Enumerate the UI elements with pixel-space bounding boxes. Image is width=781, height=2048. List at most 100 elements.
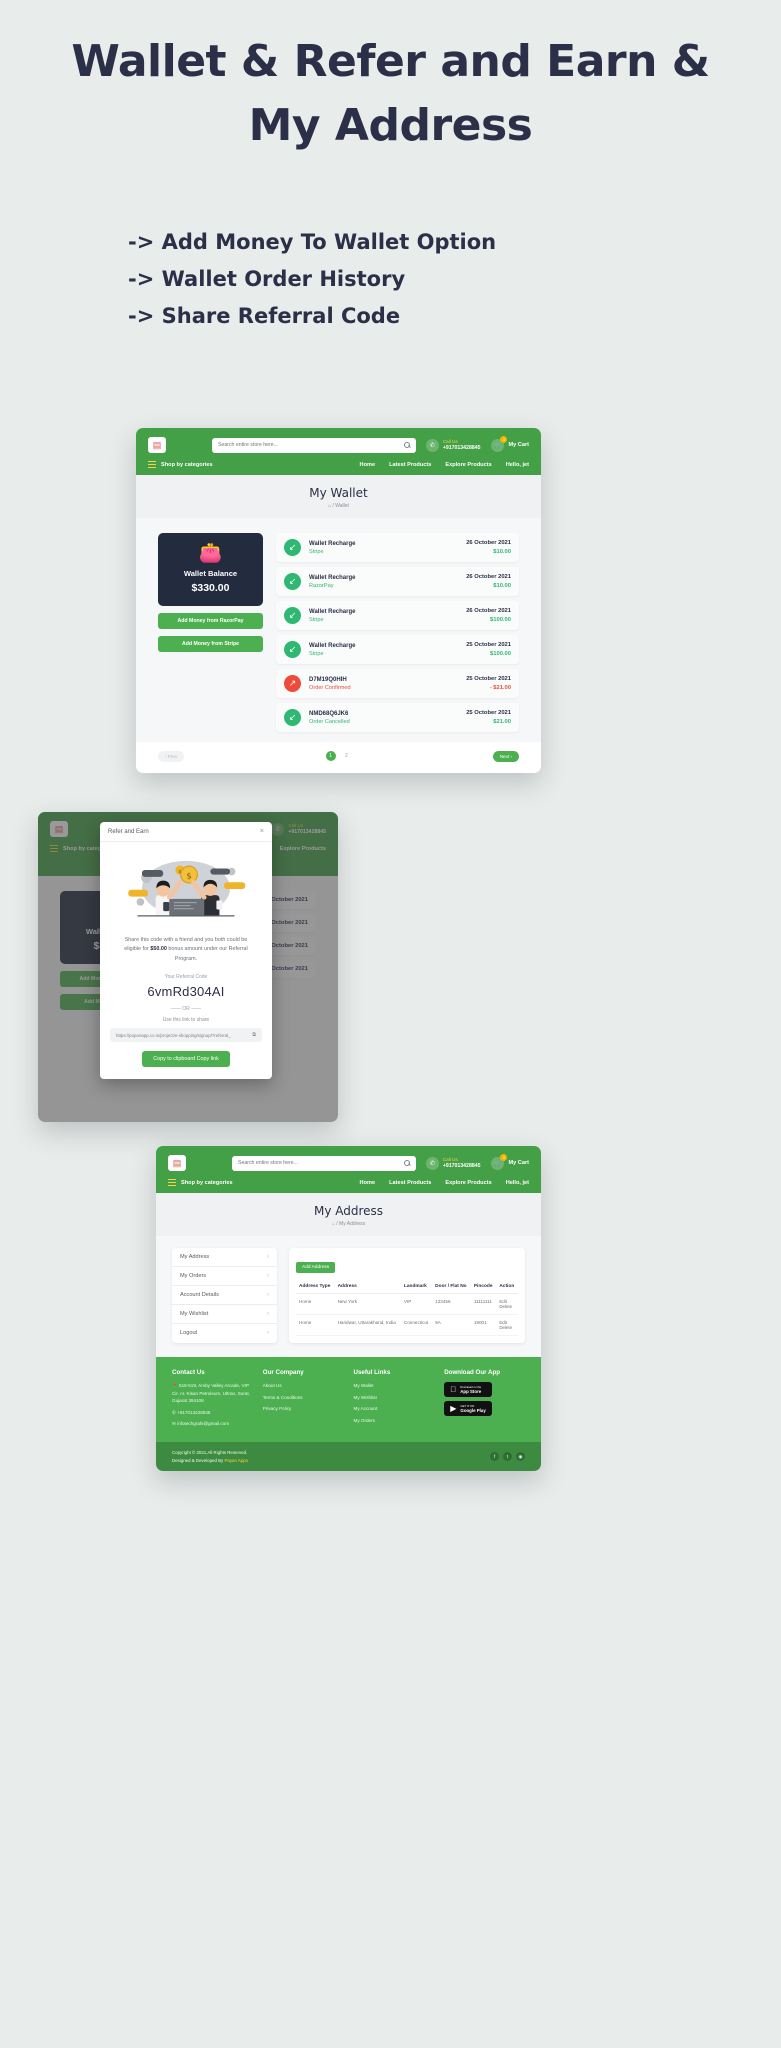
search-icon[interactable]	[403, 442, 410, 448]
footer-link-privacy[interactable]: Privacy Policy	[263, 1405, 344, 1413]
instagram-icon[interactable]: ◉	[516, 1452, 525, 1462]
nav-item-explore-products[interactable]: Explore Products	[445, 462, 491, 468]
cart-block[interactable]: 🛒 0 My Cart	[491, 435, 529, 452]
store-logo-icon[interactable]: ▤	[148, 437, 166, 453]
nav-item-latest-products[interactable]: Latest Products	[389, 1180, 431, 1186]
call-us-block[interactable]: ✆ Call Us +917013428845	[425, 1156, 480, 1170]
nav-item-explore-products[interactable]: Explore Products	[445, 1180, 491, 1186]
wallet-balance-label: Wallet Balance	[183, 569, 238, 579]
th-address: Address	[334, 1280, 401, 1295]
transaction-row[interactable]: ↙ NMD68Q6JK6 Order Cancelled 25 October …	[276, 703, 519, 733]
table-header-row: Address Type Address Landmark Door / Fla…	[296, 1280, 518, 1295]
hero-section: Wallet & Refer and Earn & My Address -> …	[0, 0, 781, 336]
footer-email[interactable]: ✉ infotechgrahi@gmail.com	[172, 1420, 253, 1428]
sidebar-item-account-details[interactable]: Account Details ›	[172, 1286, 277, 1306]
transaction-row[interactable]: ↙ Wallet Recharge RazorPay 26 October 20…	[276, 567, 519, 597]
pagination-page-2[interactable]: 2	[342, 751, 352, 761]
delete-link[interactable]: Delete	[499, 1325, 515, 1330]
cell-pincode: 19001	[470, 1314, 497, 1337]
add-address-button[interactable]: Add Address	[296, 1262, 336, 1274]
transaction-title: NMD68Q6JK6	[309, 710, 349, 717]
search-bar[interactable]	[212, 437, 416, 453]
sidebar-item-my-wishlist[interactable]: My Wishlist ›	[172, 1305, 277, 1325]
breadcrumb: ⌂ / Wallet	[136, 503, 541, 509]
google-play-badge[interactable]: ▶ GET IT ON Google Play	[444, 1401, 493, 1417]
cart-block[interactable]: 🛒 0 My Cart	[491, 1153, 529, 1170]
sidebar-item-my-address[interactable]: My Address ›	[172, 1248, 277, 1268]
nav-item-user-menu[interactable]: Hello, jet	[506, 1180, 529, 1186]
chevron-right-icon: ›	[267, 1330, 269, 1337]
cell-door: 123456	[432, 1293, 471, 1316]
app-store-badge[interactable]:  Download on the App Store	[444, 1382, 493, 1398]
nav-item-user-menu[interactable]: Hello, jet	[506, 462, 529, 468]
pagination-page-1[interactable]: 1	[325, 751, 336, 762]
add-money-stripe-button[interactable]: Add Money from Stripe	[158, 636, 263, 653]
referral-code-value[interactable]: 6vmRd304AI	[110, 984, 262, 999]
share-link-box[interactable]: https://poponapp.co.in/project/e-shoppin…	[110, 1028, 262, 1043]
account-side-menu: My Address › My Orders › Account Details…	[172, 1248, 277, 1344]
footer-phone[interactable]: ✆ +917013428845	[172, 1409, 253, 1417]
search-input[interactable]	[218, 442, 404, 448]
footer-link-my-orders[interactable]: My Orders	[354, 1417, 435, 1425]
footer-email-text: infotechgrahi@gmail.com	[177, 1421, 230, 1427]
sidebar-item-my-orders[interactable]: My Orders ›	[172, 1267, 277, 1287]
search-input[interactable]	[238, 1160, 404, 1166]
transaction-amount: - $21.00	[489, 685, 511, 692]
copy-to-clipboard-button[interactable]: Copy to clipboard Copy link	[142, 1051, 230, 1068]
shop-by-categories-button[interactable]: Shop by categories	[161, 462, 213, 468]
th-action: Action	[496, 1280, 518, 1295]
close-icon[interactable]: ×	[260, 828, 264, 835]
footer-link-my-account[interactable]: My Account	[354, 1405, 435, 1413]
transaction-row[interactable]: ↗ D7M19Q0HIH Order Confirmed 25 October …	[276, 669, 519, 699]
store-logo-icon[interactable]: ▤	[168, 1155, 186, 1171]
transaction-amount: $10.00	[493, 583, 511, 590]
cart-icon[interactable]: 🛒 0	[491, 1153, 508, 1170]
footer-link-my-wishlist[interactable]: My Wishlist	[354, 1394, 435, 1402]
designed-by-name[interactable]: Payan Apps	[224, 1458, 247, 1463]
facebook-icon[interactable]: f	[490, 1452, 499, 1462]
pagination: ‹ Prev 1 2 Next ›	[136, 742, 541, 773]
delete-link[interactable]: Delete	[499, 1304, 515, 1309]
hamburger-icon[interactable]	[148, 461, 156, 469]
nav-item-latest-products[interactable]: Latest Products	[389, 462, 431, 468]
transaction-status: Stripe	[309, 616, 324, 623]
add-money-razorpay-button[interactable]: Add Money from RazorPay	[158, 613, 263, 630]
cart-label: My Cart	[508, 442, 529, 448]
transaction-date: 25 October 2021	[466, 642, 511, 649]
location-pin-icon: 📍	[172, 1383, 178, 1389]
transaction-row[interactable]: ↙ Wallet Recharge Stripe 26 October 2021…	[276, 601, 519, 631]
search-icon[interactable]	[403, 1160, 410, 1166]
share-link-text: https://poponapp.co.in/project/e-shoppin…	[116, 1032, 231, 1038]
home-icon[interactable]: ⌂	[332, 1221, 335, 1227]
cell-address-type: Home	[296, 1314, 335, 1337]
wallet-page-title: My Wallet	[309, 486, 368, 501]
nav-item-home[interactable]: Home	[360, 462, 376, 468]
shop-by-categories-button[interactable]: Shop by categories	[181, 1180, 233, 1186]
call-us-block[interactable]: ✆ Call Us +917013428845	[425, 438, 480, 452]
footer-link-terms[interactable]: Terms & Conditions	[263, 1394, 344, 1402]
pagination-next-button[interactable]: Next ›	[492, 750, 519, 762]
hamburger-icon[interactable]	[168, 1179, 176, 1187]
home-icon[interactable]: ⌂	[328, 503, 331, 509]
nav-item-home[interactable]: Home	[360, 1180, 376, 1186]
footer-link-about-us[interactable]: About Us	[263, 1382, 344, 1390]
wallet-balance-card: 👛 Wallet Balance $330.00	[158, 533, 263, 607]
modal-body: $ $ Share this code with a friend and yo…	[100, 842, 272, 1079]
refer-earn-screenshot-mockup: ▤ ✆ Call Us +917013428845 Shop by catego…	[38, 812, 338, 1122]
sidebar-item-logout[interactable]: Logout ›	[172, 1324, 277, 1342]
cart-icon[interactable]: 🛒 0	[491, 435, 508, 452]
sidebar-item-label: My Orders	[180, 1273, 207, 1280]
copy-icon[interactable]: ⧉	[252, 1032, 256, 1038]
transaction-row[interactable]: ↙ Wallet Recharge Stripe 25 October 2021…	[276, 635, 519, 665]
table-row: Home New York VIP 123456 11111111 Edit D…	[296, 1293, 518, 1316]
footer-link-my-wallet[interactable]: My Wallet	[354, 1382, 435, 1390]
search-bar[interactable]	[232, 1155, 416, 1171]
pagination-prev-button[interactable]: ‹ Prev	[158, 750, 185, 762]
sidebar-item-label: Logout	[180, 1330, 198, 1337]
twitter-icon[interactable]: t	[503, 1452, 512, 1462]
refer-and-earn-illustration: $ $	[128, 860, 246, 917]
cell-landmark: Connecticut	[400, 1314, 433, 1337]
transaction-row[interactable]: ↙ Wallet Recharge Stripe 26 October 2021…	[276, 533, 519, 563]
feature-list-item: -> Share Referral Code	[128, 304, 401, 329]
chevron-right-icon: ›	[267, 1273, 269, 1280]
